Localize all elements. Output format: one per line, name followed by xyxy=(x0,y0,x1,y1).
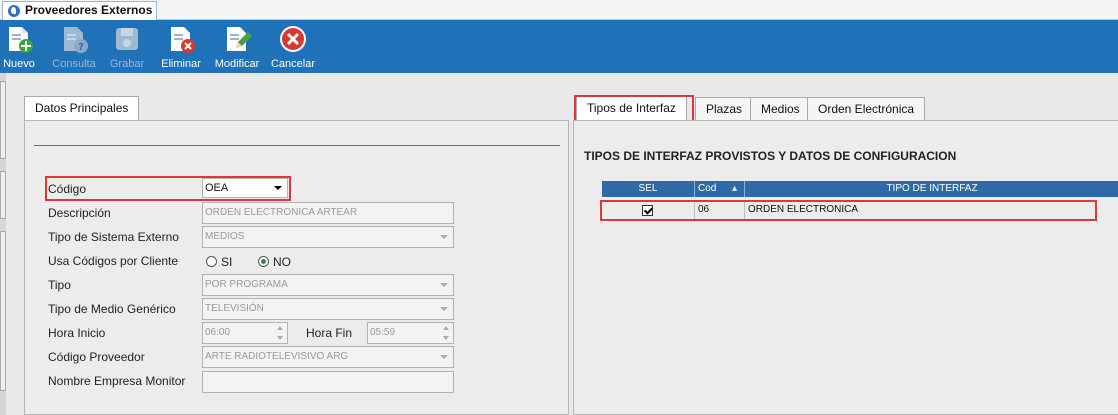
side-strip-segment[interactable] xyxy=(0,171,6,219)
modificar-label: Modificar xyxy=(214,58,260,70)
section-title: TIPOS DE INTERFAZ PROVISTOS Y DATOS DE C… xyxy=(584,149,957,163)
tipo-label: Tipo xyxy=(48,278,71,292)
codigo-select[interactable]: OEA xyxy=(202,178,288,198)
grabar-label: Grabar xyxy=(109,58,145,70)
window-tab-title: Proveedores Externos xyxy=(25,3,153,17)
codigo-value: OEA xyxy=(205,182,229,194)
tipo-medio-label: Tipo de Medio Genérico xyxy=(48,302,176,316)
new-document-icon xyxy=(9,27,33,53)
tipo-medio-value: TELEVISIÓN xyxy=(205,303,264,314)
nombre-empresa-field[interactable] xyxy=(202,371,454,393)
delete-document-icon xyxy=(171,27,195,53)
consulta-button[interactable]: ? Consulta xyxy=(50,22,98,72)
tipo-select[interactable]: POR PROGRAMA xyxy=(202,274,454,296)
tipo-medio-select[interactable]: TELEVISIÓN xyxy=(202,298,454,320)
spinner-icon[interactable] xyxy=(443,325,451,341)
hora-fin-label: Hora Fin xyxy=(306,326,353,340)
codigo-proveedor-label: Código Proveedor xyxy=(48,350,145,364)
datos-principales-panel: Código OEA Descripción ORDEN ELECTRONICA… xyxy=(24,120,569,415)
edit-pencil-icon xyxy=(227,27,252,51)
tipo-sistema-label: Tipo de Sistema Externo xyxy=(48,230,179,244)
toolbar: Nuevo ? Consulta Grabar Eliminar Modific… xyxy=(0,20,1118,73)
left-side-strip xyxy=(0,73,6,415)
hora-fin-value: 05:59 xyxy=(370,327,396,338)
grid-cell-sel[interactable] xyxy=(602,202,695,219)
side-strip-segment[interactable] xyxy=(0,81,6,159)
descripcion-field[interactable]: ORDEN ELECTRONICA ARTEAR xyxy=(202,202,454,224)
chevron-down-icon[interactable] xyxy=(440,235,448,239)
tab-plazas[interactable]: Plazas xyxy=(695,97,754,121)
tab-orden-electronica-label: Orden Electrónica xyxy=(818,102,915,116)
eliminar-label: Eliminar xyxy=(161,58,201,70)
tab-datos-principales-label: Datos Principales xyxy=(35,101,129,115)
grid-header-cod-label: Cod xyxy=(698,183,717,194)
chevron-down-icon[interactable] xyxy=(440,307,448,311)
checkbox-sel[interactable] xyxy=(642,205,653,216)
tab-tipos-de-interfaz-label: Tipos de Interfaz xyxy=(587,101,676,115)
tab-medios[interactable]: Medios xyxy=(750,97,811,121)
grid-header-cod[interactable]: Cod ▲ xyxy=(695,181,745,197)
tipo-sistema-value: MEDIOS xyxy=(205,231,245,242)
descripcion-value: ORDEN ELECTRONICA ARTEAR xyxy=(205,207,358,218)
eliminar-button[interactable]: Eliminar xyxy=(158,22,204,72)
consulta-label: Consulta xyxy=(52,58,96,70)
svg-text:?: ? xyxy=(78,42,84,53)
query-document-icon: ? xyxy=(64,27,88,53)
grid-header-tipo[interactable]: TIPO DE INTERFAZ xyxy=(745,181,1118,197)
save-disk-icon xyxy=(116,28,138,50)
grabar-button[interactable]: Grabar xyxy=(105,22,149,72)
tipo-sistema-select[interactable]: MEDIOS xyxy=(202,226,454,248)
chevron-down-icon[interactable] xyxy=(440,283,448,287)
hora-inicio-label: Hora Inicio xyxy=(48,326,106,340)
hora-inicio-field[interactable]: 06:00 xyxy=(202,322,288,344)
codigo-proveedor-value: ARTE RADIOTELEVISIVO ARG xyxy=(205,351,349,362)
section-separator xyxy=(34,145,560,146)
nuevo-label: Nuevo xyxy=(3,58,35,70)
hora-fin-field[interactable]: 05:59 xyxy=(367,322,454,344)
chevron-down-icon[interactable] xyxy=(274,186,282,190)
cancel-icon xyxy=(280,26,306,52)
radio-si[interactable] xyxy=(206,256,217,267)
grid-cell-cod[interactable]: 06 xyxy=(695,202,745,219)
spinner-icon[interactable] xyxy=(277,325,285,341)
sort-asc-icon: ▲ xyxy=(730,183,739,193)
grid-cell-tipo[interactable]: ORDEN ELECTRONICA xyxy=(745,202,1118,219)
radio-si-label: SI xyxy=(221,255,233,269)
cancelar-label: Cancelar xyxy=(270,58,316,70)
window-tabstrip: Proveedores Externos xyxy=(0,0,1118,20)
side-strip-segment[interactable] xyxy=(0,231,6,391)
cancelar-button[interactable]: Cancelar xyxy=(269,22,317,72)
window-tab-proveedores[interactable]: Proveedores Externos xyxy=(2,1,158,20)
grid-header-sel[interactable]: SEL xyxy=(602,181,695,197)
chevron-down-icon[interactable] xyxy=(440,355,448,359)
tab-orden-electronica[interactable]: Orden Electrónica xyxy=(807,97,926,121)
radio-no[interactable] xyxy=(258,256,269,267)
codigo-proveedor-select[interactable]: ARTE RADIOTELEVISIVO ARG xyxy=(202,346,454,368)
radio-no-label: NO xyxy=(273,255,291,269)
hora-inicio-value: 06:00 xyxy=(205,327,231,338)
usa-codigos-label: Usa Códigos por Cliente xyxy=(48,254,179,268)
tab-plazas-label: Plazas xyxy=(706,102,743,116)
codigo-label: Código xyxy=(48,182,87,196)
nombre-empresa-label: Nombre Empresa Monitor xyxy=(48,374,186,388)
tab-datos-principales[interactable]: Datos Principales xyxy=(24,96,140,121)
tipo-value: POR PROGRAMA xyxy=(205,279,288,290)
app-icon xyxy=(8,5,20,17)
tab-tipos-de-interfaz[interactable]: Tipos de Interfaz xyxy=(576,96,687,121)
nuevo-button[interactable]: Nuevo xyxy=(0,22,38,72)
descripcion-label: Descripción xyxy=(48,206,111,220)
tab-medios-label: Medios xyxy=(761,102,800,116)
modificar-button[interactable]: Modificar xyxy=(211,22,263,72)
tipos-de-interfaz-panel: TIPOS DE INTERFAZ PROVISTOS Y DATOS DE C… xyxy=(573,120,1118,415)
